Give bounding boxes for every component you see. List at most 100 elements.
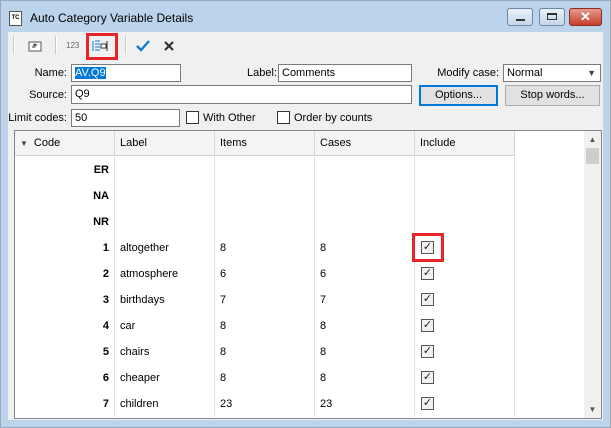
limit-codes-label: Limit codes: [8,112,67,124]
include-cell: ✓ [415,365,515,391]
label-cell[interactable]: birthdays [115,287,215,313]
highlight-box [86,33,118,60]
codes-grid[interactable]: ▼ Code Label Items Cases Include ER NA N… [14,130,602,419]
include-checkbox[interactable]: ✓ [421,293,434,306]
table-row[interactable]: 2 atmosphere 6 6 ✓ [15,261,515,287]
table-row[interactable]: 3 birthdays 7 7 ✓ [15,287,515,313]
close-button[interactable]: ✕ [569,8,602,26]
with-other-label: With Other [203,112,256,124]
minimize-icon [516,19,525,21]
cases-cell: 8 [315,313,415,339]
column-header-code-label: Code [33,137,61,149]
cases-cell [315,183,415,209]
options-button[interactable]: Options... [419,85,498,106]
close-icon: ✕ [580,9,591,24]
table-row[interactable]: NA [15,183,515,209]
include-checkbox[interactable]: ✓ [421,345,434,358]
scroll-thumb[interactable] [586,148,599,164]
column-header-items[interactable]: Items [215,131,315,156]
cancel-button[interactable] [159,35,179,56]
scroll-down-icon[interactable]: ▼ [584,401,601,418]
modify-case-label: Modify case: [437,67,499,79]
table-row[interactable]: 7 children 23 23 ✓ [15,391,515,417]
modify-case-select[interactable]: Normal ▼ [503,64,601,82]
include-cell: ✓ [415,287,515,313]
table-row[interactable]: 4 car 8 8 ✓ [15,313,515,339]
label-cell[interactable]: chairs [115,339,215,365]
source-field[interactable]: Q9 [71,85,412,104]
label-field[interactable]: Comments [278,64,412,82]
parent-level-button[interactable] [24,35,46,56]
checkmark-icon [136,39,150,52]
dialog-window: TC Auto Category Variable Details ✕ 123 [0,0,611,428]
cases-cell: 23 [315,391,415,417]
order-by-counts-checkbox[interactable] [277,111,290,124]
column-header-label[interactable]: Label [115,131,215,156]
cases-cell: 7 [315,287,415,313]
label-cell[interactable]: atmosphere [115,261,215,287]
table-row[interactable]: ER [15,157,515,183]
items-cell [215,183,315,209]
items-cell: 8 [215,339,315,365]
name-field-value: AV.Q9 [75,67,106,79]
label-cell[interactable] [115,209,215,235]
include-checkbox[interactable]: ✓ [421,397,434,410]
toolbar-separator [13,36,15,54]
cases-cell [315,157,415,183]
numbering-label: 123 [66,41,80,50]
cases-cell: 6 [315,261,415,287]
cases-cell: 8 [315,365,415,391]
label-cell[interactable]: altogether [115,235,215,261]
scroll-up-icon[interactable]: ▲ [584,131,601,148]
with-other-checkbox[interactable] [186,111,199,124]
cases-cell [315,209,415,235]
items-cell: 8 [215,235,315,261]
code-cell: 3 [15,287,115,313]
sort-down-icon: ▼ [20,139,28,148]
include-cell [415,183,515,209]
code-cell: NA [15,183,115,209]
limit-codes-field[interactable]: 50 [71,109,180,127]
column-header-cases[interactable]: Cases [315,131,415,156]
items-cell: 8 [215,365,315,391]
include-cell [415,209,515,235]
items-cell: 7 [215,287,315,313]
cases-cell: 8 [315,339,415,365]
cases-cell: 8 [315,235,415,261]
order-by-counts-label: Order by counts [294,112,373,124]
table-row[interactable]: NR [15,209,515,235]
label-cell[interactable] [115,183,215,209]
include-checkbox[interactable]: ✓ [421,267,434,280]
chevron-down-icon: ▼ [587,68,596,78]
maximize-icon [547,13,557,20]
maximize-button[interactable] [539,8,565,26]
include-cell: ✓ [415,391,515,417]
toolbar: 123 [8,32,603,60]
code-cell: ER [15,157,115,183]
vertical-scrollbar[interactable]: ▲ ▼ [584,131,601,418]
window-title: Auto Category Variable Details [30,11,194,25]
include-checkbox[interactable]: ✓ [421,319,434,332]
label-cell[interactable] [115,157,215,183]
stop-words-button[interactable]: Stop words... [505,85,600,106]
column-header-code[interactable]: ▼ Code [15,131,115,156]
items-cell: 8 [215,313,315,339]
include-checkbox[interactable]: ✓ [421,371,434,384]
items-cell: 6 [215,261,315,287]
accept-button[interactable] [133,35,153,56]
table-row[interactable]: 6 cheaper 8 8 ✓ [15,365,515,391]
name-field[interactable]: AV.Q9 [71,64,181,82]
code-cell: NR [15,209,115,235]
code-cell: 4 [15,313,115,339]
app-icon: TC [9,11,22,26]
label-cell[interactable]: car [115,313,215,339]
items-cell [215,209,315,235]
label-cell[interactable]: cheaper [115,365,215,391]
minimize-button[interactable] [507,8,533,26]
label-cell[interactable]: children [115,391,215,417]
table-row[interactable]: 5 chairs 8 8 ✓ [15,339,515,365]
title-bar[interactable]: TC Auto Category Variable Details ✕ [1,1,610,32]
column-header-include[interactable]: Include [415,131,515,156]
modify-case-value: Normal [507,67,543,79]
dialog-body: 123 Name: AV.Q9 Label: Comments Modify c… [8,32,603,420]
